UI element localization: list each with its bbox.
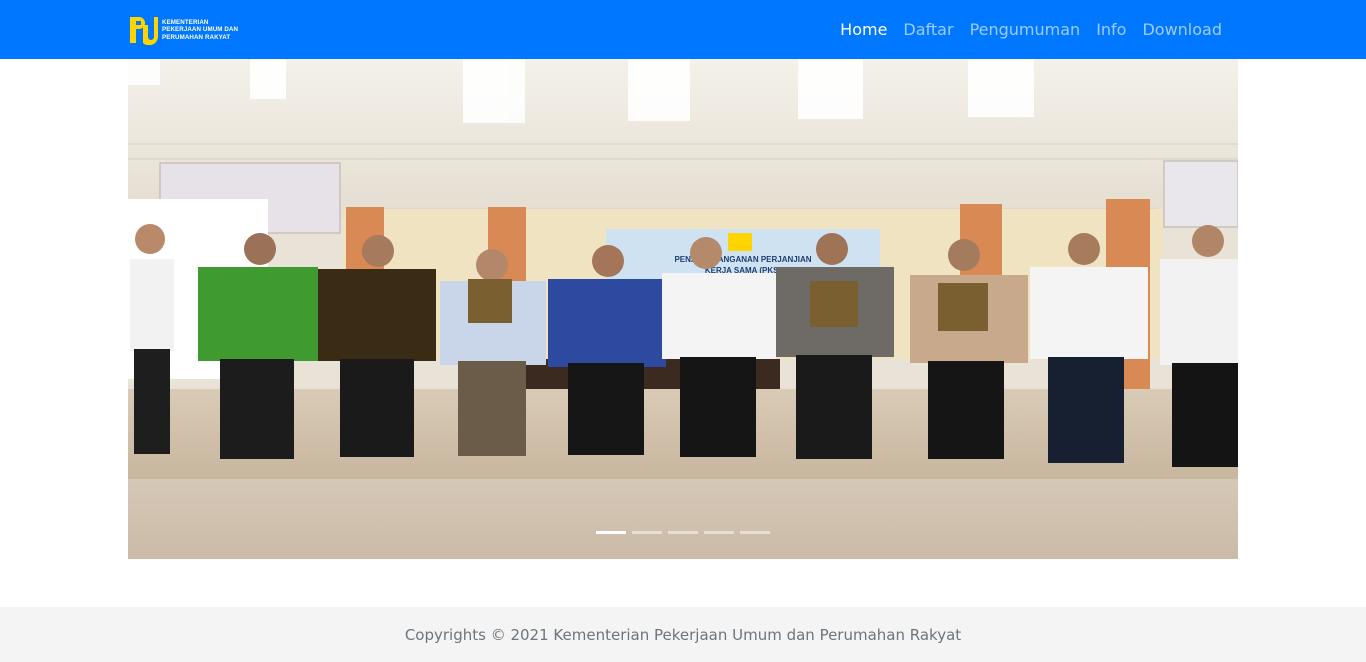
main-nav: Home Daftar Pengumuman Info Download bbox=[832, 0, 1230, 59]
brand-line-3: PERUMAHAN RAKYAT bbox=[162, 33, 231, 41]
nav-home[interactable]: Home bbox=[832, 20, 895, 39]
carousel-indicator-4[interactable] bbox=[704, 531, 734, 534]
brand-line-2: PEKERJAAN UMUM DAN bbox=[162, 26, 239, 34]
footer-copyright: Copyrights © 2021 Kementerian Pekerjaan … bbox=[404, 625, 962, 644]
nav-pengumuman[interactable]: Pengumuman bbox=[962, 20, 1089, 39]
nav-info[interactable]: Info bbox=[1088, 20, 1134, 39]
carousel-indicator-1[interactable] bbox=[596, 531, 626, 534]
carousel-indicators bbox=[128, 531, 1238, 534]
carousel-indicator-5[interactable] bbox=[740, 531, 770, 534]
nav-download[interactable]: Download bbox=[1134, 20, 1230, 39]
pu-logo-icon bbox=[128, 15, 158, 46]
page-footer: Copyrights © 2021 Kementerian Pekerjaan … bbox=[0, 607, 1366, 662]
carousel-indicator-2[interactable] bbox=[632, 531, 662, 534]
brand-text: KEMENTERIAN PEKERJAAN UMUM DAN PERUMAHAN… bbox=[162, 19, 238, 42]
carousel-indicator-3[interactable] bbox=[668, 531, 698, 534]
top-navbar: KEMENTERIAN PEKERJAAN UMUM DAN PERUMAHAN… bbox=[0, 0, 1366, 59]
carousel-slide-image: PENANDATANGANAN PERJANJIAN KERJA SAMA (P… bbox=[128, 59, 1238, 559]
nav-daftar[interactable]: Daftar bbox=[895, 20, 961, 39]
brand-logo-link[interactable]: KEMENTERIAN PEKERJAAN UMUM DAN PERUMAHAN… bbox=[128, 14, 238, 46]
hero-carousel[interactable]: PENANDATANGANAN PERJANJIAN KERJA SAMA (P… bbox=[128, 59, 1238, 559]
brand-line-1: KEMENTERIAN bbox=[162, 18, 209, 26]
